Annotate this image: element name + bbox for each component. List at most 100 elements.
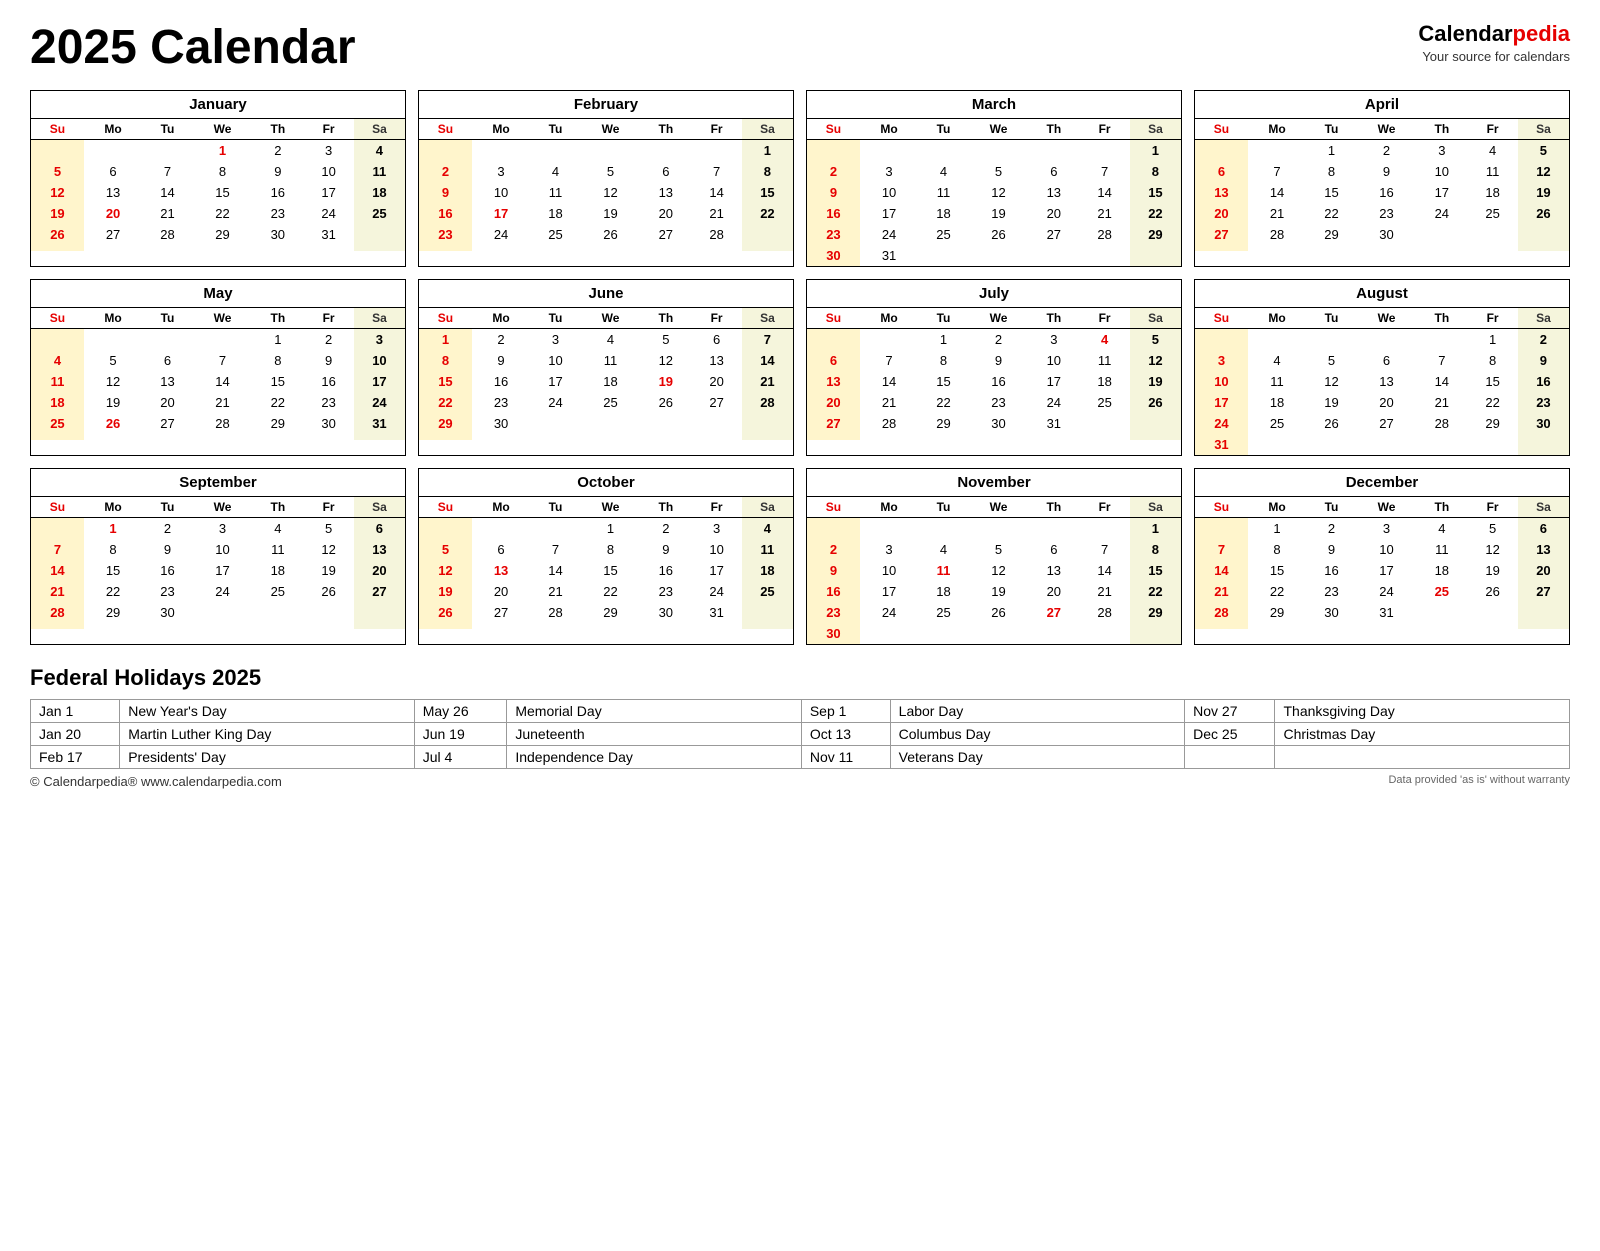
day-cell: [1518, 602, 1569, 623]
day-cell: [581, 413, 641, 434]
day-cell: 27: [1518, 581, 1569, 602]
month-september: SeptemberSuMoTuWeThFrSa12345678910111213…: [30, 468, 406, 645]
day-cell: [354, 602, 405, 623]
day-cell: [1518, 434, 1569, 455]
month-title-august: August: [1195, 280, 1569, 308]
col-header-sa: Sa: [742, 119, 793, 140]
col-header-tu: Tu: [918, 497, 969, 518]
day-cell: 11: [1467, 161, 1518, 182]
col-header-fr: Fr: [1467, 119, 1518, 140]
day-cell: [581, 245, 641, 251]
day-cell: 22: [1130, 203, 1181, 224]
day-cell: 6: [472, 539, 530, 560]
day-cell: [918, 245, 969, 266]
day-cell: 30: [472, 413, 530, 434]
day-cell: 28: [742, 392, 793, 413]
holiday-row: Feb 17Presidents' DayJul 4Independence D…: [31, 746, 1570, 769]
col-header-su: Su: [1195, 308, 1248, 329]
day-cell: 22: [193, 203, 253, 224]
day-cell: 11: [918, 182, 969, 203]
day-cell: 21: [1416, 392, 1467, 413]
day-cell: [354, 224, 405, 245]
col-header-su: Su: [31, 119, 84, 140]
day-cell: 28: [1416, 413, 1467, 434]
day-cell: 22: [252, 392, 303, 413]
day-cell: 19: [1467, 560, 1518, 581]
holiday-date: Dec 25: [1185, 723, 1275, 746]
day-cell: [691, 623, 742, 629]
day-cell: [1518, 224, 1569, 245]
day-cell: 8: [84, 539, 142, 560]
day-cell: 11: [1416, 539, 1467, 560]
day-cell: 21: [1079, 581, 1130, 602]
day-cell: [303, 245, 354, 251]
day-cell: [252, 602, 303, 623]
brand-calendar: Calendar: [1418, 21, 1512, 46]
day-cell: 16: [303, 371, 354, 392]
day-cell: [969, 623, 1029, 644]
day-cell: 2: [252, 140, 303, 162]
cal-table-march: SuMoTuWeThFrSa12345678910111213141516171…: [807, 119, 1181, 266]
day-cell: 21: [193, 392, 253, 413]
day-cell: 28: [860, 413, 918, 434]
day-cell: 4: [530, 161, 581, 182]
col-header-we: We: [969, 308, 1029, 329]
day-cell: [807, 518, 860, 540]
day-cell: 14: [860, 371, 918, 392]
day-cell: 1: [581, 518, 641, 540]
day-cell: [918, 434, 969, 440]
day-cell: [419, 245, 472, 251]
day-cell: 12: [1130, 350, 1181, 371]
day-cell: 24: [860, 224, 918, 245]
day-cell: 25: [31, 413, 84, 434]
month-august: AugustSuMoTuWeThFrSa12345678910111213141…: [1194, 279, 1570, 456]
day-cell: 19: [1306, 392, 1357, 413]
day-cell: 4: [31, 350, 84, 371]
day-cell: 4: [354, 140, 405, 162]
day-cell: 7: [31, 539, 84, 560]
brand-name: Calendarpedia: [1418, 20, 1570, 49]
day-cell: 10: [860, 182, 918, 203]
day-cell: [1467, 434, 1518, 455]
day-cell: 22: [1248, 581, 1306, 602]
day-cell: 19: [84, 392, 142, 413]
day-cell: 14: [530, 560, 581, 581]
col-header-th: Th: [1416, 119, 1467, 140]
col-header-tu: Tu: [530, 497, 581, 518]
day-cell: 1: [1248, 518, 1306, 540]
month-title-october: October: [419, 469, 793, 497]
day-cell: 17: [354, 371, 405, 392]
day-cell: [1079, 140, 1130, 162]
day-cell: 20: [807, 392, 860, 413]
col-header-su: Su: [1195, 497, 1248, 518]
day-cell: 10: [530, 350, 581, 371]
col-header-we: We: [581, 497, 641, 518]
day-cell: 11: [252, 539, 303, 560]
col-header-fr: Fr: [691, 119, 742, 140]
day-cell: 28: [1248, 224, 1306, 245]
day-cell: 21: [530, 581, 581, 602]
day-cell: 3: [1416, 140, 1467, 162]
day-cell: 12: [1467, 539, 1518, 560]
day-cell: [472, 140, 530, 162]
col-header-th: Th: [1028, 497, 1079, 518]
day-cell: 24: [303, 203, 354, 224]
day-cell: [1195, 140, 1248, 162]
day-cell: 2: [419, 161, 472, 182]
day-cell: 3: [860, 161, 918, 182]
day-cell: [691, 413, 742, 434]
cal-table-april: SuMoTuWeThFrSa12345678910111213141516171…: [1195, 119, 1569, 251]
day-cell: 8: [1306, 161, 1357, 182]
day-cell: 19: [581, 203, 641, 224]
day-cell: 9: [142, 539, 193, 560]
day-cell: [31, 245, 84, 251]
day-cell: 22: [1306, 203, 1357, 224]
day-cell: 24: [1195, 413, 1248, 434]
day-cell: 6: [354, 518, 405, 540]
day-cell: 7: [530, 539, 581, 560]
month-may: MaySuMoTuWeThFrSa12345678910111213141516…: [30, 279, 406, 456]
day-cell: 17: [193, 560, 253, 581]
day-cell: 5: [969, 539, 1029, 560]
day-cell: [1130, 245, 1181, 266]
day-cell: [84, 245, 142, 251]
